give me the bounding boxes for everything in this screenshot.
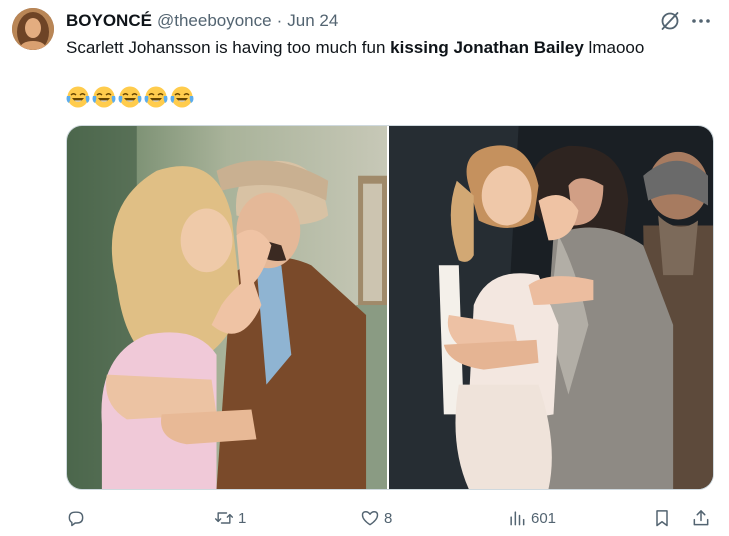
tweet[interactable]: BOYONCÉ @theeboyonce · Jun 24 Scarlett J… (0, 0, 729, 536)
photo-right[interactable] (389, 126, 713, 489)
heart-icon (361, 511, 379, 526)
action-bar: 1 8 601 (66, 503, 716, 533)
like-count: 8 (384, 509, 393, 527)
tweet-text-part2: lmaooo (583, 38, 645, 57)
face-with-tears-of-joy-icon (92, 86, 116, 108)
analytics-icon (510, 511, 525, 526)
retweet-count: 1 (238, 509, 247, 527)
grok-icon[interactable] (659, 10, 681, 32)
photo-couple-kiss-right-icon (389, 126, 713, 489)
views-button[interactable]: 601 (507, 503, 556, 533)
media-grid (66, 125, 714, 490)
tweet-date[interactable]: Jun 24 (287, 11, 338, 31)
reply-button[interactable] (66, 503, 90, 533)
tweet-text-part1: Scarlett Johansson is having too much fu… (66, 38, 391, 57)
tweet-text-bold: kissing Jonathan Bailey (390, 38, 584, 57)
more-options-icon[interactable] (690, 10, 712, 32)
face-with-tears-of-joy-icon (66, 86, 90, 108)
bookmark-button[interactable] (652, 503, 672, 533)
share-icon (693, 510, 709, 526)
photo-left[interactable] (67, 126, 387, 489)
avatar[interactable] (12, 8, 54, 50)
views-count: 601 (531, 509, 557, 527)
face-with-tears-of-joy-icon (170, 86, 194, 108)
tweet-header: BOYONCÉ @theeboyonce · Jun 24 (66, 10, 338, 32)
share-button[interactable] (691, 503, 711, 533)
photo-couple-kiss-left-icon (67, 126, 387, 489)
face-with-tears-of-joy-icon (118, 86, 142, 108)
tweet-text: Scarlett Johansson is having too much fu… (66, 37, 716, 59)
retweet-icon (214, 512, 234, 524)
separator-dot: · (276, 11, 283, 30)
like-button[interactable]: 8 (360, 503, 392, 533)
bookmark-icon (656, 510, 668, 527)
emoji-line (66, 85, 194, 111)
face-with-tears-of-joy-icon (144, 86, 168, 108)
retweet-button[interactable]: 1 (214, 503, 246, 533)
reply-icon (68, 511, 84, 527)
user-handle[interactable]: @theeboyonce (157, 11, 272, 31)
display-name[interactable]: BOYONCÉ (66, 11, 152, 31)
